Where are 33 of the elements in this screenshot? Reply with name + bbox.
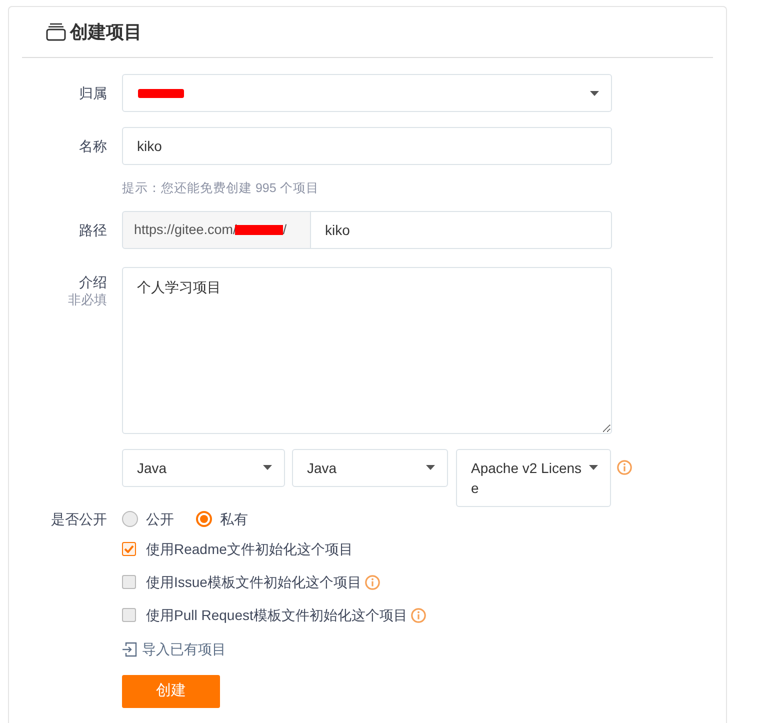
- stack-icon: [46, 23, 66, 41]
- path-field[interactable]: kiko: [311, 211, 612, 249]
- caret-icon: [589, 465, 598, 470]
- radio-label: 私有: [220, 510, 248, 529]
- caret-icon: [426, 465, 435, 470]
- checkbox-label: 使用Readme文件初始化这个项目: [146, 540, 353, 559]
- dropdown-select[interactable]: Java: [292, 449, 448, 487]
- caret-icon: [263, 465, 272, 470]
- import-link[interactable]: 导入已有项目: [142, 639, 226, 659]
- field-label: 名称: [79, 137, 107, 156]
- dropdown-select[interactable]: Apache v2 License: [456, 449, 611, 507]
- radio-button[interactable]: [122, 511, 138, 527]
- hint-text: 提示：您还能免费创建 995 个项目: [122, 180, 319, 197]
- description-field[interactable]: 个人学习项目: [122, 267, 612, 434]
- field-label: 归属: [79, 84, 107, 103]
- caret-icon: [590, 90, 599, 96]
- radio-button[interactable]: [196, 511, 212, 527]
- name-field[interactable]: kiko: [122, 127, 612, 165]
- checkbox[interactable]: [122, 542, 136, 556]
- optional-note: 非必填: [68, 291, 107, 309]
- radio-label: 公开: [146, 510, 174, 529]
- dropdown-select[interactable]: Java: [122, 449, 285, 487]
- url-slash-text: /: [282, 220, 287, 239]
- import-icon: [122, 642, 137, 656]
- field-label: 路径: [79, 221, 107, 240]
- checkbox[interactable]: [122, 608, 136, 622]
- field-label: 是否公开: [51, 510, 107, 529]
- checkbox-label: 使用Issue模板文件初始化这个项目: [146, 573, 362, 592]
- field-label: 介绍: [79, 273, 107, 291]
- checkbox[interactable]: [122, 575, 136, 589]
- checkbox-label: 使用Pull Request模板文件初始化这个项目: [146, 606, 408, 625]
- page-title: 创建项目: [70, 21, 142, 44]
- owner-select[interactable]: [122, 74, 612, 112]
